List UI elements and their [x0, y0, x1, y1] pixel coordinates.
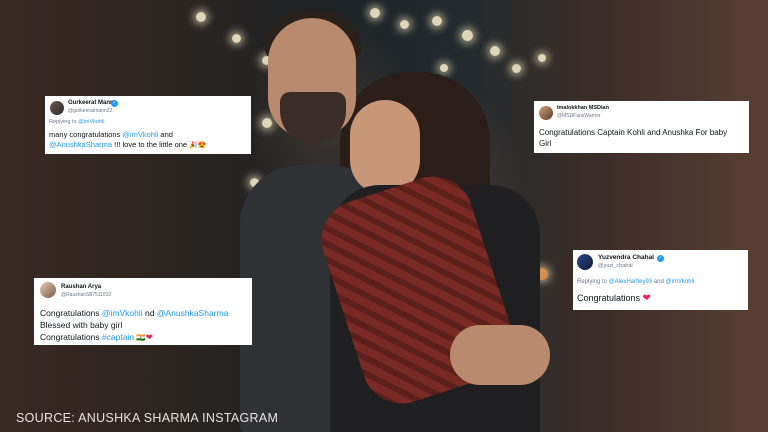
tweet-author-name: Imalokkhan MSDian [557, 105, 609, 111]
emoji: 🎉😍 [189, 142, 207, 149]
mention-link[interactable]: @AlexHartley93 [609, 279, 652, 285]
tweet-author-handle: @RaushanS87511832 [61, 292, 112, 298]
tweet-author-name: Yuzvendra Chahal [598, 254, 654, 261]
replying-to-line: Replying to @imVkohli [49, 119, 105, 125]
tweet-card-msdian: Imalokkhan MSDian @MSDFansWarrior Congra… [534, 101, 749, 153]
bokeh-light [400, 20, 409, 29]
bokeh-light [462, 30, 473, 41]
source-caption: SOURCE: ANUSHKA SHARMA INSTAGRAM [16, 411, 279, 425]
tweet-text-line-3: Congratulations #captain 🇮🇳❤ [40, 332, 153, 342]
tweet-card-raushan: Raushan Arya @RaushanS87511832 Congratul… [34, 278, 252, 345]
tweet-author-handle: @MSDFansWarrior [557, 113, 601, 119]
mention-link[interactable]: @AnushkaSharma [49, 140, 112, 149]
tweet-author-handle: @gurkeeratmann22 [68, 108, 113, 114]
heart-icon: ❤ [642, 293, 651, 304]
bokeh-light [440, 64, 448, 72]
hashtag-link[interactable]: #captain [102, 332, 134, 342]
india-flag-emoji: 🇮🇳 [136, 333, 146, 342]
bokeh-light [490, 46, 500, 56]
mention-link[interactable]: @imVkohli [666, 279, 695, 285]
hands [450, 325, 550, 385]
tweet-author-name: Raushan Arya [61, 284, 102, 290]
verified-badge-icon: ✓ [657, 255, 664, 262]
bokeh-light [512, 64, 521, 73]
mention-link[interactable]: @AnushkaSharma [157, 308, 228, 318]
tweet-text-line-2: Blessed with baby girl [40, 320, 123, 330]
man-beard [280, 92, 346, 144]
bokeh-light [538, 54, 546, 62]
verified-badge-icon: ✓ [111, 100, 118, 107]
mention-link[interactable]: @imVkohli [78, 119, 104, 125]
avatar [50, 101, 64, 115]
woman-face [350, 100, 420, 195]
replying-to-line: Replying to @AlexHartley93 and @imVkohli [577, 279, 695, 285]
heart-icon: ❤ [145, 332, 153, 342]
tweet-text-line-1: Congratulations @imVkohli nd @AnushkaSha… [40, 308, 229, 318]
bokeh-light [232, 34, 241, 43]
avatar [577, 254, 593, 270]
tweet-text-line-1: many congratulations @imVkohli and [49, 130, 173, 139]
tweet-author-name: Gurkeerat Mann [68, 100, 114, 106]
bokeh-light [196, 12, 206, 22]
tweet-card-chahal: Yuzvendra Chahal ✓ @yuzi_chahal Replying… [573, 250, 748, 310]
photo-background: Gurkeerat Mann ✓ @gurkeeratmann22 Replyi… [0, 0, 768, 432]
tweet-text-line-2: @AnushkaSharma !!! love to the little on… [49, 140, 207, 149]
mention-link[interactable]: @imVkohli [122, 130, 158, 139]
avatar [40, 282, 56, 298]
bokeh-light [262, 118, 272, 128]
mention-link[interactable]: @imVkohli [102, 308, 143, 318]
avatar [539, 106, 553, 120]
tweet-text-line-1: Congratulations ❤ [577, 293, 651, 304]
tweet-author-handle: @yuzi_chahal [598, 263, 633, 269]
bokeh-light [432, 16, 442, 26]
bokeh-light [370, 8, 380, 18]
tweet-text-line-2: Girl [539, 139, 552, 148]
tweet-card-gurkeerat: Gurkeerat Mann ✓ @gurkeeratmann22 Replyi… [45, 96, 251, 154]
tweet-text-line-1: Congratulations Captain Kohli and Anushk… [539, 128, 728, 137]
